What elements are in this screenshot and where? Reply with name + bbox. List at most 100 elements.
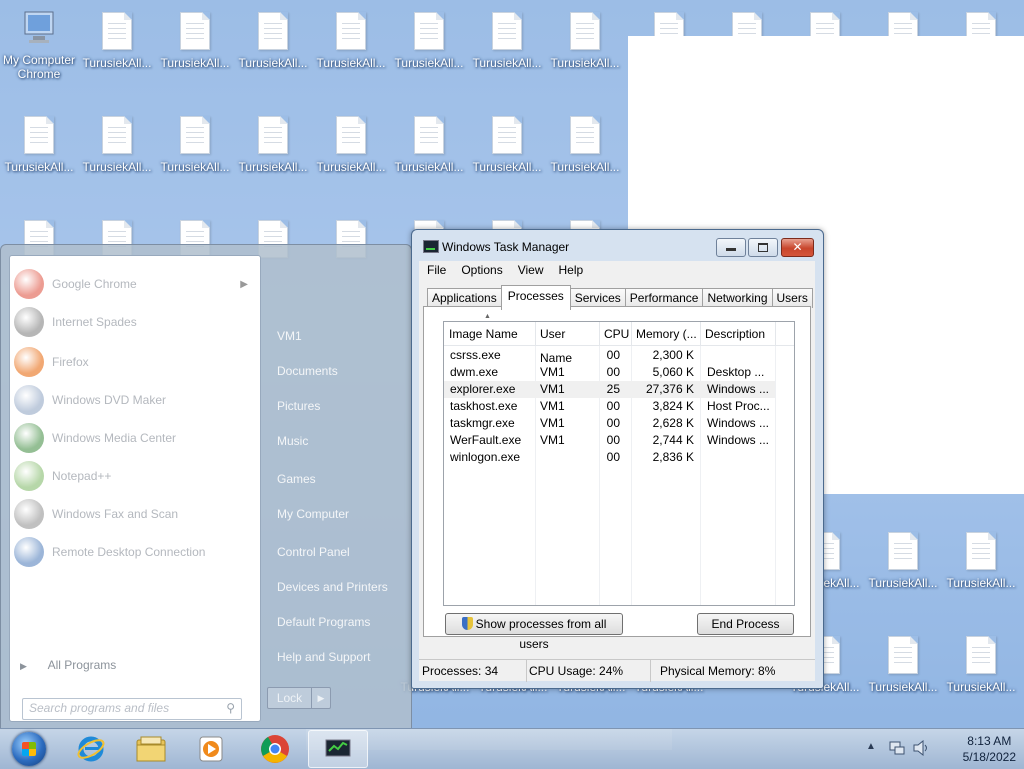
process-row[interactable]: WerFault.exe VM1 00 2,744 K Windows ... [444, 432, 775, 449]
internet-explorer-button[interactable] [62, 729, 120, 769]
start-menu-item-spades[interactable]: Internet Spades [14, 304, 256, 340]
maximize-button[interactable] [748, 238, 778, 257]
menu-file[interactable]: File [419, 261, 453, 280]
volume-icon[interactable] [912, 740, 930, 756]
desktop-file-icon[interactable]: TurusiekAll... [312, 104, 390, 184]
tab-processes[interactable]: Processes [500, 285, 571, 310]
start-menu-link-default-programs[interactable]: Default Programs [277, 615, 370, 629]
desktop-file-icon[interactable]: TurusiekAll... [0, 104, 78, 184]
tab-services[interactable]: Services [569, 288, 626, 308]
desktop-icon-label: TurusiekAll... [946, 576, 1016, 590]
close-button[interactable]: ✕ [781, 238, 814, 257]
desktop-file-icon[interactable]: TurusiekAll... [156, 104, 234, 184]
menu-options[interactable]: Options [453, 261, 509, 280]
tab-users[interactable]: Users [771, 288, 813, 308]
process-cell: 00 [606, 450, 620, 464]
start-menu-link-my-computer[interactable]: My Computer [277, 507, 349, 521]
desktop-file-icon[interactable]: TurusiekAll... [234, 104, 312, 184]
desktop-file-icon[interactable]: TurusiekAll... [864, 624, 942, 704]
desktop-file-icon[interactable]: TurusiekAll... [468, 104, 546, 184]
network-icon[interactable] [889, 740, 905, 756]
document-icon [888, 636, 918, 674]
show-all-processes-label: Show processes from all users [475, 617, 607, 651]
process-row[interactable]: taskhost.exe VM1 00 3,824 K Host Proc... [444, 398, 775, 415]
status-physical-memory: Physical Memory: 8% [660, 664, 776, 678]
process-cell: Windows ... [707, 382, 770, 396]
start-menu-link-devices-and-printers[interactable]: Devices and Printers [277, 580, 388, 594]
start-menu-item-fax-scan[interactable]: Windows Fax and Scan [14, 496, 256, 532]
start-menu-item-label: Firefox [52, 355, 89, 369]
start-menu-item-chrome[interactable]: Google Chrome ▶ [14, 266, 256, 302]
desktop-file-icon[interactable]: TurusiekAll... [942, 520, 1020, 600]
desktop-file-icon[interactable]: TurusiekAll... [156, 0, 234, 80]
desktop-icon-label: TurusiekAll... [160, 160, 230, 174]
column-header[interactable]: User Name [535, 322, 600, 365]
desktop-file-icon[interactable]: TurusiekAll... [468, 0, 546, 80]
menu-help[interactable]: Help [551, 261, 591, 280]
process-row[interactable]: csrss.exe 00 2,300 K [444, 347, 775, 364]
title-bar[interactable]: Windows Task Manager ✕ [412, 230, 823, 262]
start-menu-link-vm1[interactable]: VM1 [277, 329, 302, 343]
start-search-box[interactable]: ⚲ [22, 698, 242, 720]
process-row[interactable]: winlogon.exe 00 2,836 K [444, 449, 775, 466]
process-row[interactable]: dwm.exe VM1 00 5,060 K Desktop ... [444, 364, 775, 381]
start-menu-link-music[interactable]: Music [277, 434, 308, 448]
desktop-file-icon[interactable]: TurusiekAll... [864, 520, 942, 600]
desktop-file-icon[interactable]: TurusiekAll... [312, 0, 390, 80]
process-cell: VM1 [540, 399, 565, 413]
desktop-file-icon[interactable]: TurusiekAll... [78, 0, 156, 80]
desktop-icon-label: TurusiekAll... [82, 56, 152, 70]
start-menu-link-pictures[interactable]: Pictures [277, 399, 320, 413]
document-icon [414, 116, 444, 154]
chrome-taskbar-button[interactable] [246, 729, 304, 769]
show-all-processes-button[interactable]: Show processes from all users [445, 613, 623, 651]
my-computer-desktop-icon[interactable]: My Computer Chrome [0, 0, 78, 81]
column-header[interactable]: CPU [599, 322, 632, 345]
tab-applications[interactable]: Applications [427, 288, 502, 308]
start-menu-link-documents[interactable]: Documents [277, 364, 338, 378]
process-cell: 00 [606, 416, 620, 430]
start-menu-item-media-center[interactable]: Windows Media Center [14, 420, 256, 456]
start-menu-item-notepadpp[interactable]: Notepad++ [14, 458, 256, 494]
desktop-file-icon[interactable]: TurusiekAll... [942, 624, 1020, 704]
menu-view[interactable]: View [510, 261, 551, 280]
column-header[interactable]: Description [700, 322, 776, 345]
process-row[interactable]: explorer.exe VM1 25 27,376 K Windows ... [444, 381, 775, 398]
start-menu-link-help-and-support[interactable]: Help and Support [277, 650, 370, 664]
lock-button[interactable]: Lock ▶ [267, 687, 331, 709]
tab-performance[interactable]: Performance [624, 288, 704, 308]
end-process-button[interactable]: End Process [697, 613, 794, 635]
desktop-file-icon[interactable]: TurusiekAll... [546, 0, 624, 80]
start-button[interactable] [0, 729, 58, 769]
desktop-file-icon[interactable]: TurusiekAll... [390, 0, 468, 80]
start-search-input[interactable] [23, 699, 220, 717]
lock-options-arrow-icon[interactable]: ▶ [311, 688, 330, 708]
media-player-button[interactable] [182, 729, 240, 769]
start-menu-item-label: Remote Desktop Connection [52, 545, 206, 559]
file-explorer-button[interactable] [122, 729, 180, 769]
task-manager-taskbar-button[interactable] [308, 730, 368, 768]
start-menu-link-games[interactable]: Games [277, 472, 316, 486]
process-cell: explorer.exe [450, 382, 516, 396]
desktop-icon-label: TurusiekAll... [82, 160, 152, 174]
all-programs-link[interactable]: ▶ All Programs [20, 658, 116, 672]
minimize-button[interactable] [716, 238, 746, 257]
start-menu-link-control-panel[interactable]: Control Panel [277, 545, 350, 559]
start-menu-item-firefox[interactable]: Firefox [14, 344, 256, 380]
process-cell: Desktop ... [707, 365, 765, 379]
process-list[interactable]: Image Name User Name CPU Memory (... Descrip… [443, 313, 795, 606]
process-row[interactable]: taskmgr.exe VM1 00 2,628 K Windows ... [444, 415, 775, 432]
desktop-file-icon[interactable]: TurusiekAll... [390, 104, 468, 184]
desktop-file-icon[interactable]: TurusiekAll... [78, 104, 156, 184]
search-icon[interactable]: ⚲ [226, 701, 235, 715]
start-menu-item-dvd-maker[interactable]: Windows DVD Maker [14, 382, 256, 418]
clock[interactable]: 8:13 AM 5/18/2022 [963, 733, 1016, 765]
tab-networking[interactable]: Networking [702, 288, 773, 308]
start-menu-item-remote-desktop[interactable]: Remote Desktop Connection [14, 534, 256, 570]
column-header[interactable]: Image Name [444, 322, 536, 345]
desktop-file-icon[interactable]: TurusiekAll... [234, 0, 312, 80]
sort-ascending-icon: ▲ [484, 313, 491, 320]
show-hidden-icons-button[interactable]: ▲ [866, 741, 876, 752]
desktop-file-icon[interactable]: TurusiekAll... [546, 104, 624, 184]
column-header[interactable]: Memory (... [631, 322, 701, 345]
